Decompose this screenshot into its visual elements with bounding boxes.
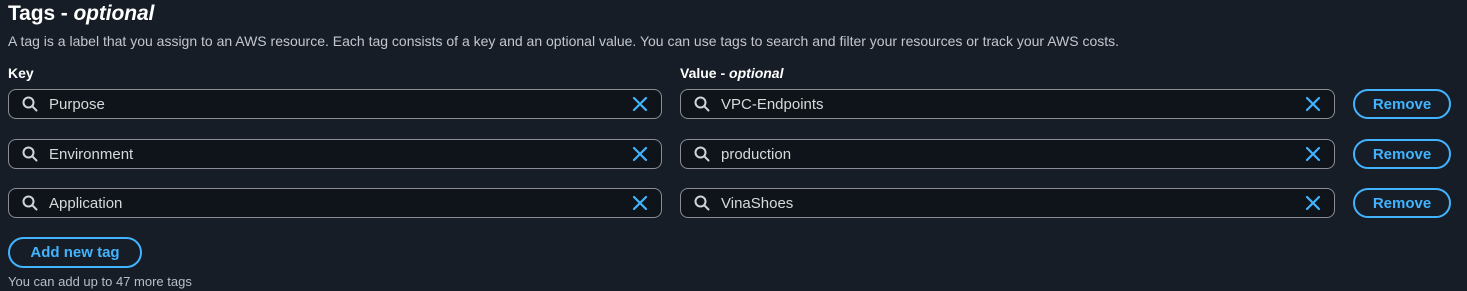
search-icon [694, 195, 710, 211]
tag-key-field[interactable]: Purpose [8, 89, 662, 119]
tag-value-text[interactable]: production [721, 146, 1305, 163]
value-label-text: Value [680, 65, 717, 81]
remove-tag-button[interactable]: Remove [1353, 139, 1451, 169]
section-title: Tags - optional [8, 2, 154, 26]
tag-value-field[interactable]: production [680, 139, 1335, 169]
tag-key-field[interactable]: Application [8, 188, 662, 218]
search-icon [22, 146, 38, 162]
key-column-label: Key [8, 65, 34, 81]
title-text: Tags [8, 2, 56, 25]
tag-key-field[interactable]: Environment [8, 139, 662, 169]
search-icon [22, 96, 38, 112]
tag-key-value[interactable]: Purpose [49, 96, 632, 113]
value-column-label: Value - optional [680, 65, 783, 81]
search-icon [22, 195, 38, 211]
search-icon [694, 96, 710, 112]
clear-icon[interactable] [632, 146, 648, 162]
add-new-tag-button[interactable]: Add new tag [8, 237, 142, 268]
tag-limit-hint: You can add up to 47 more tags [8, 274, 192, 289]
remove-tag-button[interactable]: Remove [1353, 89, 1451, 119]
tag-key-value[interactable]: Environment [49, 146, 632, 163]
value-label-optional: optional [729, 65, 784, 81]
clear-icon[interactable] [1305, 96, 1321, 112]
remove-tag-button[interactable]: Remove [1353, 188, 1451, 218]
clear-icon[interactable] [632, 96, 648, 112]
section-description: A tag is a label that you assign to an A… [8, 33, 1120, 49]
tag-value-text[interactable]: VPC-Endpoints [721, 96, 1305, 113]
tag-value-field[interactable]: VPC-Endpoints [680, 89, 1335, 119]
tag-value-field[interactable]: VinaShoes [680, 188, 1335, 218]
clear-icon[interactable] [1305, 146, 1321, 162]
value-label-separator: - [716, 65, 730, 81]
clear-icon[interactable] [632, 195, 648, 211]
title-optional: optional [73, 2, 155, 25]
tag-key-value[interactable]: Application [49, 195, 632, 212]
tag-value-text[interactable]: VinaShoes [721, 195, 1305, 212]
search-icon [694, 146, 710, 162]
title-separator: - [55, 2, 74, 25]
clear-icon[interactable] [1305, 195, 1321, 211]
